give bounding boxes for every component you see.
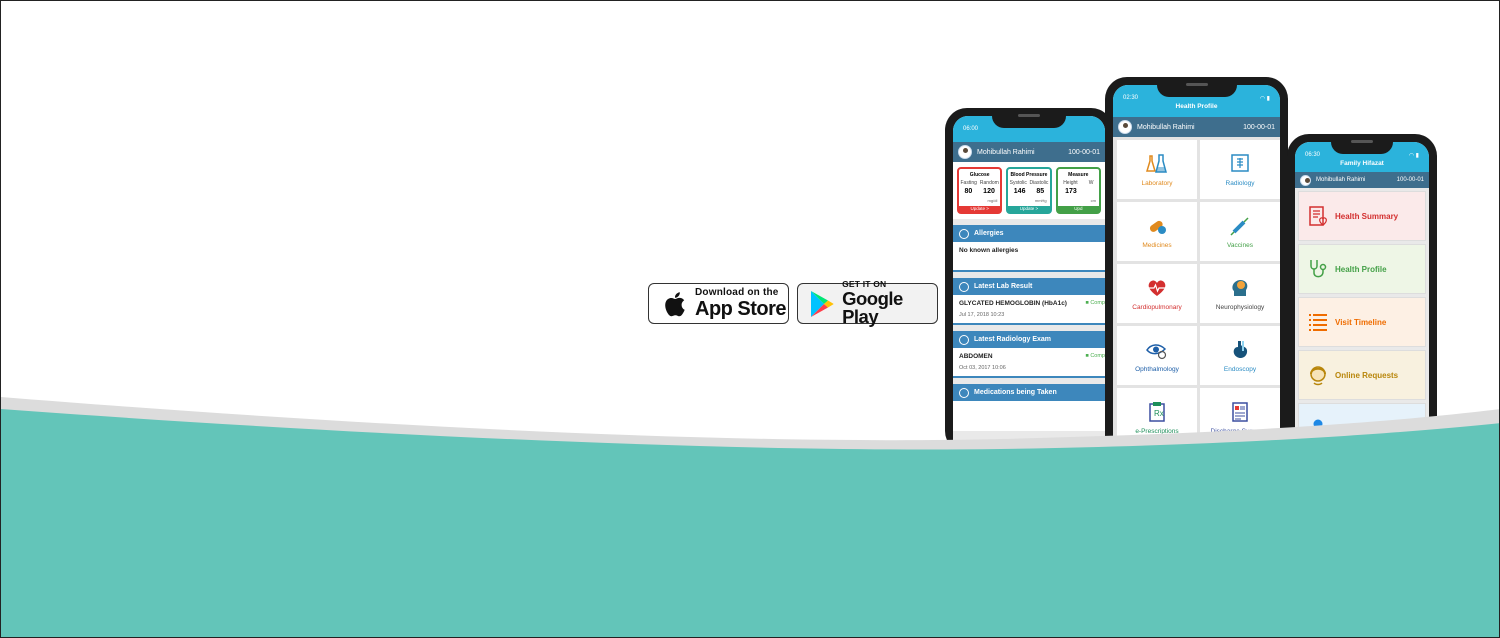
page: Download on the App Store GET IT ON Goog… — [0, 0, 1500, 638]
wave-background — [1, 397, 1499, 637]
